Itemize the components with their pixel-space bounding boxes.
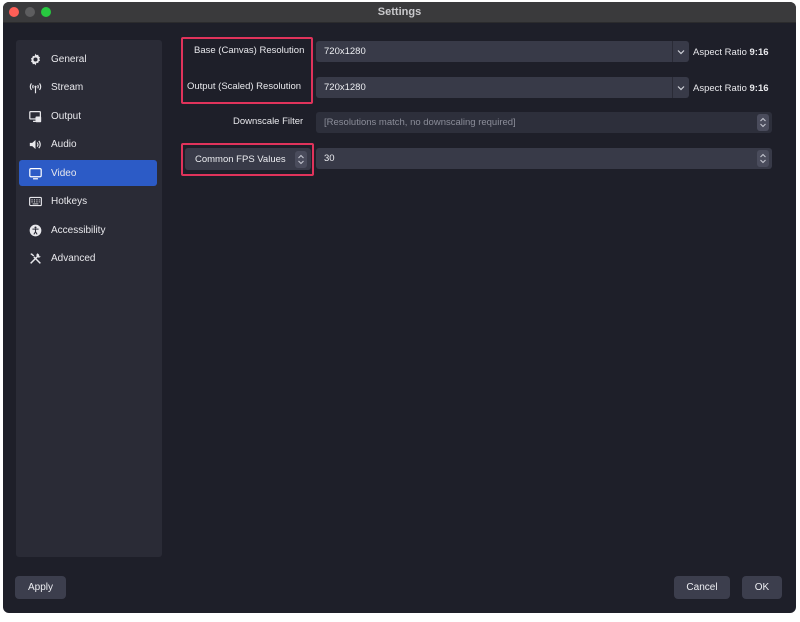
output-resolution-value: 720x1280 xyxy=(324,82,366,93)
cancel-button[interactable]: Cancel xyxy=(674,576,730,599)
sidebar-item-label: Accessibility xyxy=(51,224,106,236)
monitor-icon xyxy=(28,166,42,180)
window-title: Settings xyxy=(377,6,422,18)
sidebar-item-label: Stream xyxy=(51,81,84,93)
sidebar-item-general[interactable]: General xyxy=(19,46,157,72)
base-resolution-combo[interactable]: 720x1280 xyxy=(316,41,689,62)
sidebar-item-accessibility[interactable]: Accessibility xyxy=(19,217,157,243)
aspect-ratio-value: 9:16 xyxy=(749,47,769,58)
output-resolution-combo[interactable]: 720x1280 xyxy=(316,77,689,98)
base-aspect-ratio: Aspect Ratio 9:16 xyxy=(693,47,769,58)
apply-button[interactable]: Apply xyxy=(15,576,66,599)
aspect-ratio-label: Aspect Ratio xyxy=(693,47,747,58)
antenna-icon xyxy=(28,80,42,94)
fps-value: 30 xyxy=(324,153,335,164)
settings-sidebar: General Stream Output Audio Video Hotkey… xyxy=(16,40,162,557)
speaker-icon xyxy=(28,137,42,151)
output-icon xyxy=(28,109,42,123)
sidebar-item-label: Audio xyxy=(51,138,77,150)
base-resolution-value: 720x1280 xyxy=(324,46,366,57)
sidebar-item-label: Output xyxy=(51,110,82,122)
sidebar-item-output[interactable]: Output xyxy=(19,103,157,129)
fps-type-highlight xyxy=(181,143,314,176)
keyboard-icon xyxy=(28,194,42,208)
sidebar-item-advanced[interactable]: Advanced xyxy=(19,245,157,271)
sidebar-item-label: General xyxy=(51,53,87,65)
downscale-filter-select[interactable]: [Resolutions match, no downscaling requi… xyxy=(316,112,772,133)
sidebar-item-hotkeys[interactable]: Hotkeys xyxy=(19,188,157,214)
title-bar: Settings xyxy=(3,2,796,23)
sidebar-item-label: Advanced xyxy=(51,252,96,264)
ok-button[interactable]: OK xyxy=(742,576,782,599)
sidebar-item-label: Hotkeys xyxy=(51,195,88,207)
fps-value-select[interactable]: 30 xyxy=(316,148,772,169)
gear-icon xyxy=(28,52,42,66)
sidebar-item-label: Video xyxy=(51,167,77,179)
chevron-down-icon xyxy=(672,77,689,98)
chevron-down-icon xyxy=(672,41,689,62)
downscale-filter-label: Downscale Filter xyxy=(233,116,304,127)
accessibility-icon xyxy=(28,223,42,237)
resolution-labels-highlight xyxy=(181,37,313,104)
tools-icon xyxy=(28,251,42,265)
updown-arrows-icon xyxy=(757,114,769,131)
sidebar-item-audio[interactable]: Audio xyxy=(19,131,157,157)
settings-window: Settings General Stream Output Audio Vid… xyxy=(3,2,796,613)
sidebar-item-video[interactable]: Video xyxy=(19,160,157,186)
sidebar-item-stream[interactable]: Stream xyxy=(19,74,157,100)
output-aspect-ratio: Aspect Ratio 9:16 xyxy=(693,83,769,94)
downscale-filter-value: [Resolutions match, no downscaling requi… xyxy=(324,117,516,128)
aspect-ratio-value: 9:16 xyxy=(749,83,769,94)
updown-arrows-icon xyxy=(757,150,769,167)
aspect-ratio-label: Aspect Ratio xyxy=(693,83,747,94)
